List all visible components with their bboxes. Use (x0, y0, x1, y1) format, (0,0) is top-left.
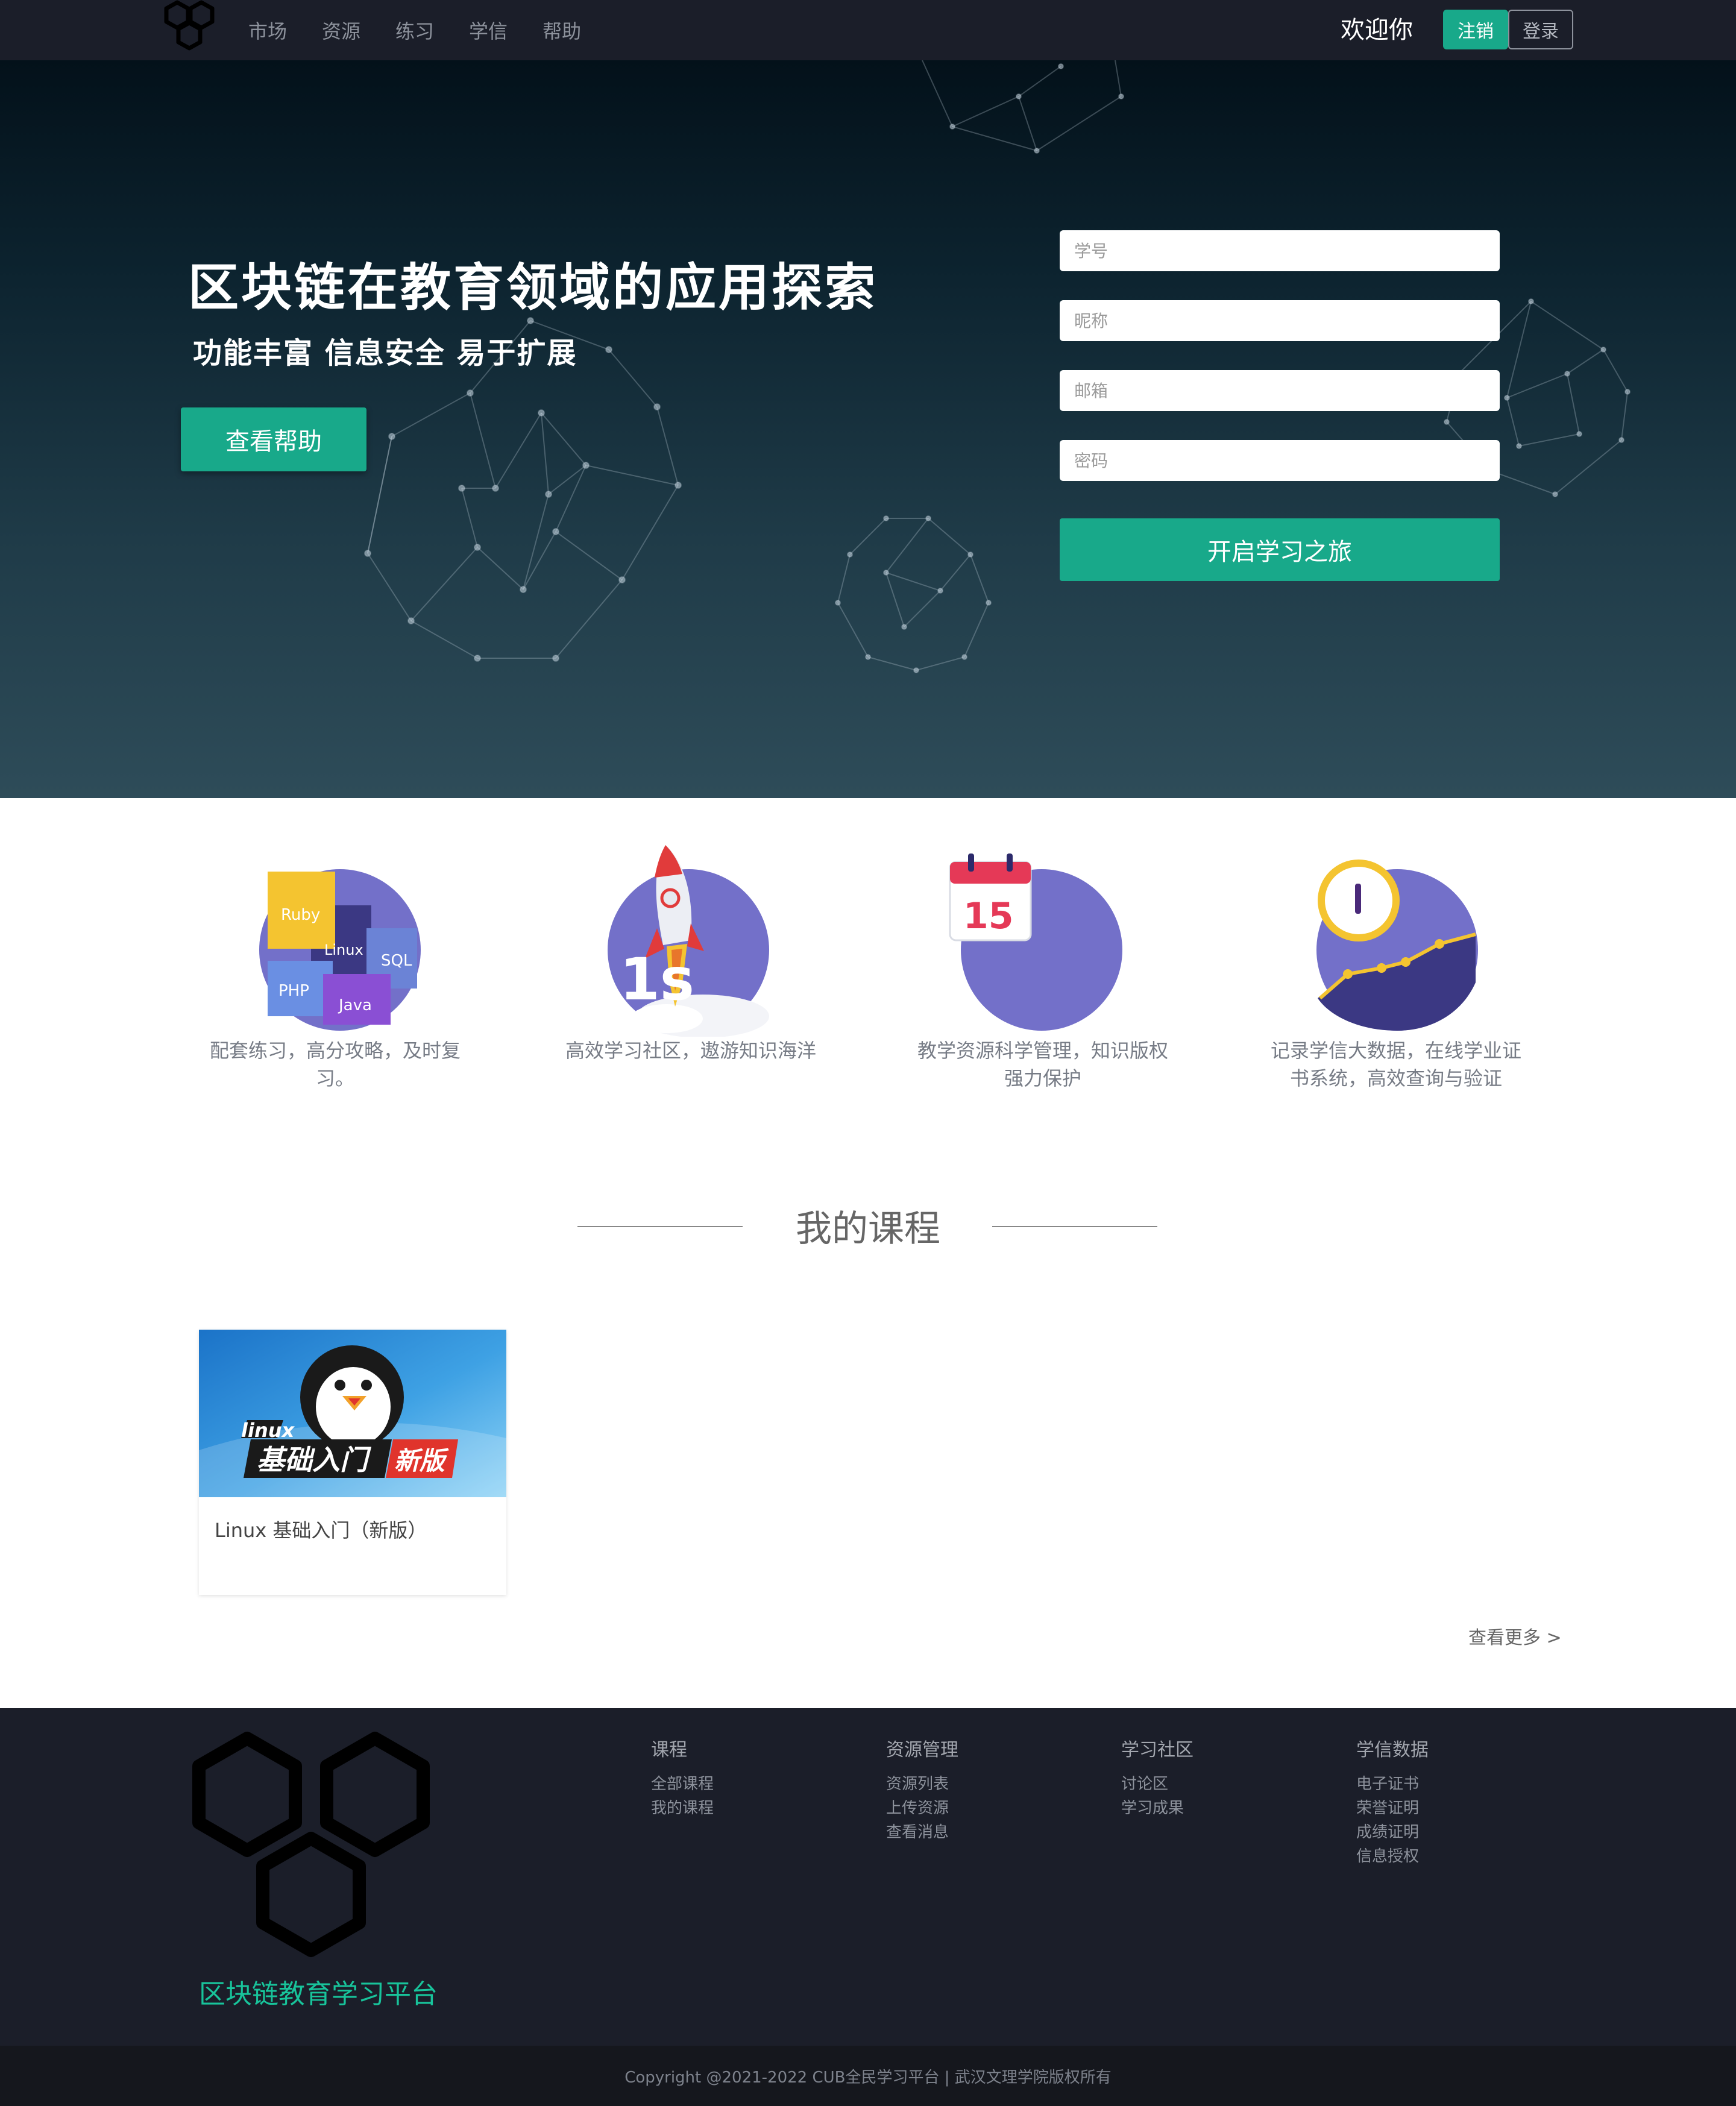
footer-link-upload[interactable]: 上传资源 (886, 1796, 958, 1820)
feature-credentials: 记录学信大数据，在线学业证书系统，高效查询与验证 (1263, 838, 1529, 1092)
my-courses-title: 我的课程 (796, 1208, 940, 1250)
calendar-icon: 15 (910, 838, 1175, 1037)
footer-link-resource-list[interactable]: 资源列表 (886, 1772, 958, 1796)
php-label: PHP (278, 982, 309, 1000)
feature-practice: Ruby Linux SQL PHP Java 配套练习，高分攻略，及时复习。 (203, 838, 468, 1092)
calendar-day: 15 (963, 895, 1014, 937)
feature-text: 高效学习社区，遨游知识海洋 (565, 1039, 816, 1062)
java-label: Java (338, 996, 372, 1014)
rocket-icon: 1s (558, 838, 823, 1038)
hero-banner: 区块链在教育领域的应用探索 功能丰富 信息安全 易于扩展 查看帮助 开启学习之旅 (0, 60, 1736, 798)
thumb-main: 基础入门 (257, 1444, 372, 1476)
thumb-tag: 新版 (394, 1446, 449, 1476)
course-card[interactable]: linux 基础入门 新版 Linux 基础入门（新版） (199, 1330, 506, 1595)
logo-icon[interactable] (162, 0, 233, 60)
nav-links: 市场 资源 练习 学信 帮助 (248, 0, 616, 60)
course-thumbnail: linux 基础入门 新版 (199, 1330, 506, 1497)
footer-link-transcripts[interactable]: 成绩证明 (1356, 1820, 1429, 1844)
course-title[interactable]: Linux 基础入门（新版） (215, 1515, 427, 1543)
nav-credentials[interactable]: 学信 (469, 16, 508, 44)
login-button[interactable]: 登录 (1508, 10, 1573, 49)
footer-col-heading: 课程 (651, 1740, 687, 1761)
one-second-badge: 1s (620, 946, 694, 1013)
view-more-link[interactable]: 查看更多 > (1468, 1623, 1562, 1649)
footer-col-heading: 学信数据 (1356, 1740, 1429, 1761)
feature-text: 配套练习，高分攻略，及时复习。 (209, 1039, 461, 1090)
footer-col-courses: 课程 全部课程 我的课程 (651, 1735, 714, 1820)
logout-button[interactable]: 注销 (1443, 10, 1508, 49)
sql-label: SQL (381, 952, 412, 970)
view-help-button[interactable]: 查看帮助 (181, 407, 366, 471)
nav-resources[interactable]: 资源 (322, 16, 360, 44)
copyright-bar: Copyright @2021-2022 CUB全民学习平台 | 武汉文理学院版… (0, 2046, 1736, 2106)
footer-link-forum[interactable]: 讨论区 (1121, 1772, 1194, 1796)
section-divider-right (992, 1226, 1157, 1227)
footer-col-heading: 资源管理 (886, 1740, 958, 1761)
start-learning-button[interactable]: 开启学习之旅 (1060, 518, 1500, 581)
password-input[interactable] (1060, 440, 1500, 481)
feature-text: 教学资源科学管理，知识版权强力保护 (917, 1039, 1168, 1090)
ruby-label: Ruby (281, 906, 320, 924)
nav-market[interactable]: 市场 (248, 16, 287, 44)
footer-link-my-courses[interactable]: 我的课程 (651, 1796, 714, 1820)
welcome-text: 欢迎你 (1341, 16, 1413, 44)
hero-title: 区块链在教育领域的应用探索 (188, 258, 878, 317)
thumb-word: linux (241, 1419, 295, 1442)
footer-col-community: 学习社区 讨论区 学习成果 (1121, 1735, 1194, 1820)
nickname-input[interactable] (1060, 300, 1500, 341)
feature-resources: 15 教学资源科学管理，知识版权强力保护 (910, 838, 1175, 1092)
top-navbar: 市场 资源 练习 学信 帮助 欢迎你 注销 登录 (0, 0, 1736, 60)
footer-link-achievements[interactable]: 学习成果 (1121, 1796, 1194, 1820)
footer-link-honors[interactable]: 荣誉证明 (1356, 1796, 1429, 1820)
footer-link-authorization[interactable]: 信息授权 (1356, 1844, 1429, 1869)
linux-label: Linux (324, 941, 363, 958)
footer-col-resources: 资源管理 资源列表 上传资源 查看消息 (886, 1735, 958, 1844)
feature-text: 记录学信大数据，在线学业证书系统，高效查询与验证 (1270, 1039, 1521, 1090)
nav-practice[interactable]: 练习 (395, 16, 434, 44)
student-id-input[interactable] (1060, 230, 1500, 271)
languages-icon: Ruby Linux SQL PHP Java (203, 838, 468, 1037)
email-input[interactable] (1060, 370, 1500, 411)
footer-link-certificates[interactable]: 电子证书 (1356, 1772, 1429, 1796)
footer: 区块链教育学习平台 课程 全部课程 我的课程 资源管理 资源列表 上传资源 查看… (0, 1708, 1736, 2046)
footer-col-credentials: 学信数据 电子证书 荣誉证明 成绩证明 信息授权 (1356, 1735, 1429, 1869)
growth-chart-icon (1263, 838, 1529, 1037)
penguin-icon (300, 1345, 404, 1449)
footer-col-heading: 学习社区 (1121, 1740, 1194, 1761)
section-divider-left (577, 1226, 743, 1227)
footer-logo-icon (192, 1732, 430, 1957)
footer-link-all-courses[interactable]: 全部课程 (651, 1772, 714, 1796)
feature-community: 1s 高效学习社区，遨游知识海洋 (558, 838, 823, 1064)
nav-help[interactable]: 帮助 (542, 16, 581, 44)
footer-brand: 区块链教育学习平台 (199, 1979, 438, 2010)
hero-subtitle: 功能丰富 信息安全 易于扩展 (193, 336, 577, 370)
footer-link-messages[interactable]: 查看消息 (886, 1820, 958, 1844)
